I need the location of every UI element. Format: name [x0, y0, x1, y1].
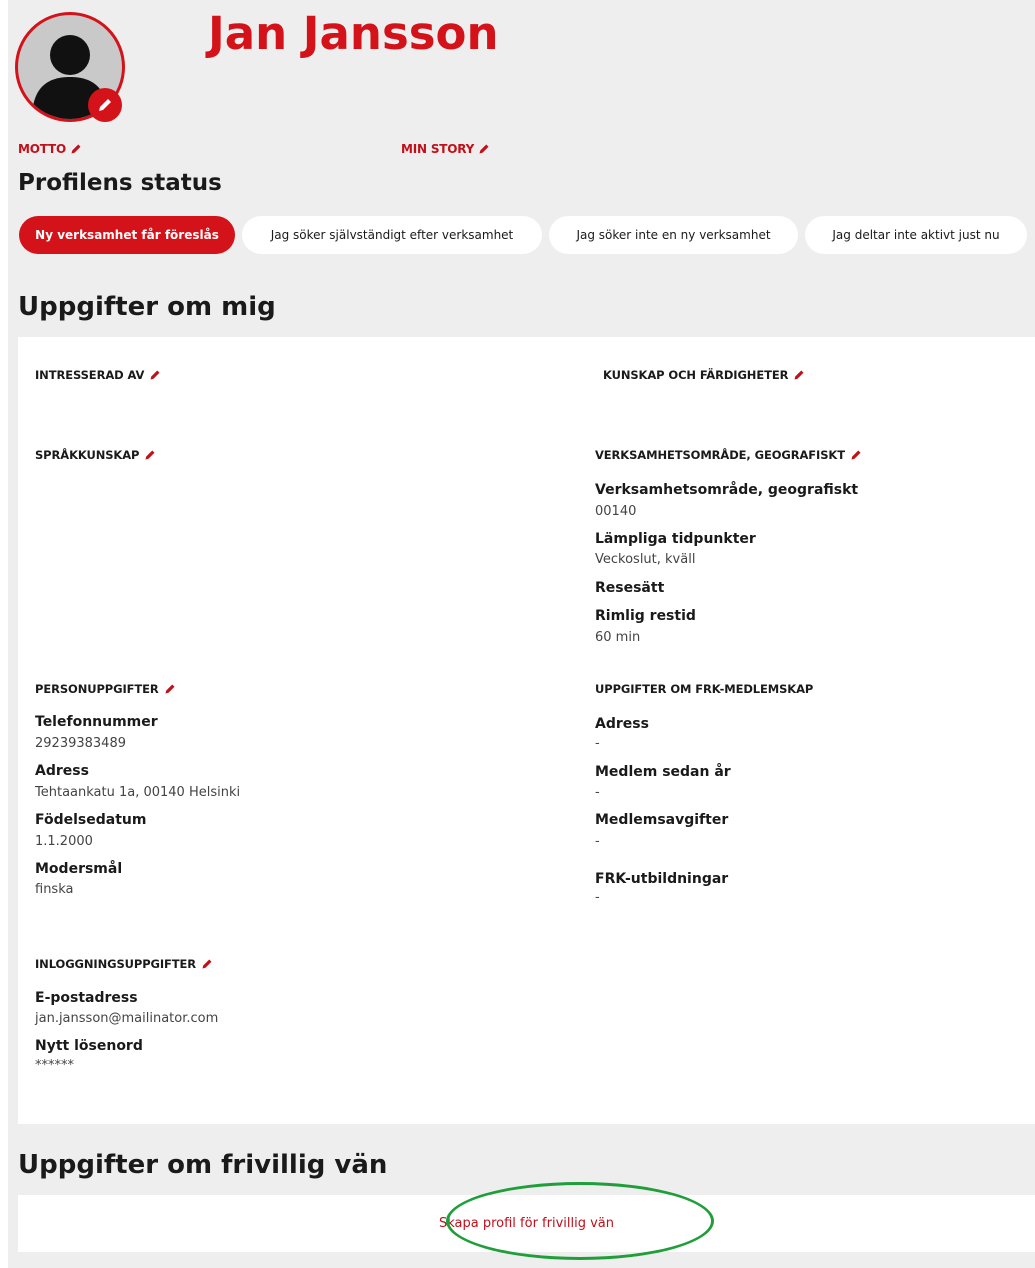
- status-option-label: Ny verksamhet får föreslås: [35, 228, 219, 242]
- member-address-label: Adress: [595, 716, 649, 732]
- area-label: Verksamhetsområde, geografiskt: [595, 482, 859, 498]
- personal-edit-link[interactable]: PERSONUPPGIFTER: [35, 682, 176, 696]
- mother-tongue-value: finska: [35, 882, 74, 897]
- phone-label: Telefonnummer: [35, 714, 158, 730]
- profile-page: Jan Jansson MOTTO MIN STORY Profilens st…: [8, 0, 1035, 1268]
- times-value: Veckoslut, kväll: [595, 552, 696, 567]
- status-option-label: Jag söker självständigt efter verksamhet: [270, 228, 514, 242]
- interested-edit-link[interactable]: INTRESSERAD AV: [35, 368, 161, 382]
- area-value: 00140: [595, 504, 637, 519]
- status-option-searching[interactable]: Jag söker självständigt efter verksamhet: [242, 216, 542, 254]
- interested-header: INTRESSERAD AV: [35, 368, 145, 382]
- skills-edit-link[interactable]: KUNSKAP OCH FÄRDIGHETER: [603, 368, 805, 382]
- birth-label: Födelsedatum: [35, 812, 147, 828]
- friend-card: Skapa profil för frivillig vän: [18, 1195, 1035, 1252]
- address-label: Adress: [35, 763, 89, 779]
- pencil-icon: [99, 99, 111, 111]
- member-fees-label: Medlemsavgifter: [595, 812, 729, 828]
- area-header: VERKSAMHETSOMRÅDE, GEOGRAFISKT: [595, 448, 845, 462]
- area-edit-link[interactable]: VERKSAMHETSOMRÅDE, GEOGRAFISKT: [595, 448, 862, 462]
- phone-value: 29239383489: [35, 736, 126, 751]
- membership-header: UPPGIFTER OM FRK-MEDLEMSKAP: [595, 682, 814, 696]
- times-label: Lämpliga tidpunkter: [595, 531, 756, 547]
- pencil-icon: [479, 144, 489, 154]
- motto-edit-link[interactable]: MOTTO: [18, 142, 82, 156]
- create-friend-profile-label: Skapa profil för frivillig vän: [438, 1216, 615, 1231]
- member-since-label: Medlem sedan år: [595, 764, 731, 780]
- profile-name: Jan Jansson: [208, 7, 499, 60]
- member-since-value: -: [595, 785, 600, 800]
- email-label: E-postadress: [35, 990, 138, 1006]
- story-label: MIN STORY: [401, 142, 475, 156]
- travel-label: Resesätt: [595, 580, 665, 596]
- pencil-icon: [851, 450, 861, 460]
- pencil-icon: [794, 370, 804, 380]
- create-friend-profile-link[interactable]: Skapa profil för frivillig vän: [18, 1195, 1035, 1252]
- about-card: INTRESSERAD AV KUNSKAP OCH FÄRDIGHETER S…: [18, 337, 1035, 1124]
- address-value: Tehtaankatu 1a, 00140 Helsinki: [35, 785, 241, 800]
- about-section-title: Uppgifter om mig: [18, 292, 276, 322]
- friend-section-title: Uppgifter om frivillig vän: [18, 1150, 388, 1180]
- skills-header: KUNSKAP OCH FÄRDIGHETER: [603, 368, 789, 382]
- login-edit-link[interactable]: INLOGGNINGSUPPGIFTER: [35, 957, 213, 971]
- email-value: jan.jansson@mailinator.com: [35, 1011, 219, 1026]
- password-label: Nytt lösenord: [35, 1038, 143, 1054]
- login-header: INLOGGNINGSUPPGIFTER: [35, 957, 197, 971]
- pencil-icon: [165, 684, 175, 694]
- status-option-not-active[interactable]: Jag deltar inte aktivt just nu: [805, 216, 1027, 254]
- training-label: FRK-utbildningar: [595, 871, 729, 887]
- traveltime-value: 60 min: [595, 630, 641, 645]
- password-value: ******: [35, 1058, 74, 1073]
- avatar-edit-button[interactable]: [88, 88, 122, 122]
- mother-tongue-label: Modersmål: [35, 861, 123, 877]
- status-option-label: Jag söker inte en ny verksamhet: [576, 228, 771, 242]
- status-option-new-activity[interactable]: Ny verksamhet får föreslås: [19, 216, 235, 254]
- motto-label: MOTTO: [18, 142, 66, 156]
- birth-value: 1.1.2000: [35, 834, 93, 849]
- status-option-not-searching[interactable]: Jag söker inte en ny verksamhet: [549, 216, 798, 254]
- pencil-icon: [145, 450, 155, 460]
- profile-status-title: Profilens status: [18, 170, 222, 196]
- status-option-label: Jag deltar inte aktivt just nu: [832, 228, 1000, 242]
- story-edit-link[interactable]: MIN STORY: [401, 142, 490, 156]
- traveltime-label: Rimlig restid: [595, 608, 696, 624]
- personal-header: PERSONUPPGIFTER: [35, 682, 159, 696]
- pencil-icon: [202, 959, 212, 969]
- pencil-icon: [71, 144, 81, 154]
- pencil-icon: [150, 370, 160, 380]
- member-address-value: -: [595, 736, 600, 751]
- languages-header: SPRÅKKUNSKAP: [35, 448, 140, 462]
- training-value: -: [595, 890, 600, 905]
- languages-edit-link[interactable]: SPRÅKKUNSKAP: [35, 448, 156, 462]
- member-fees-value: -: [595, 834, 600, 849]
